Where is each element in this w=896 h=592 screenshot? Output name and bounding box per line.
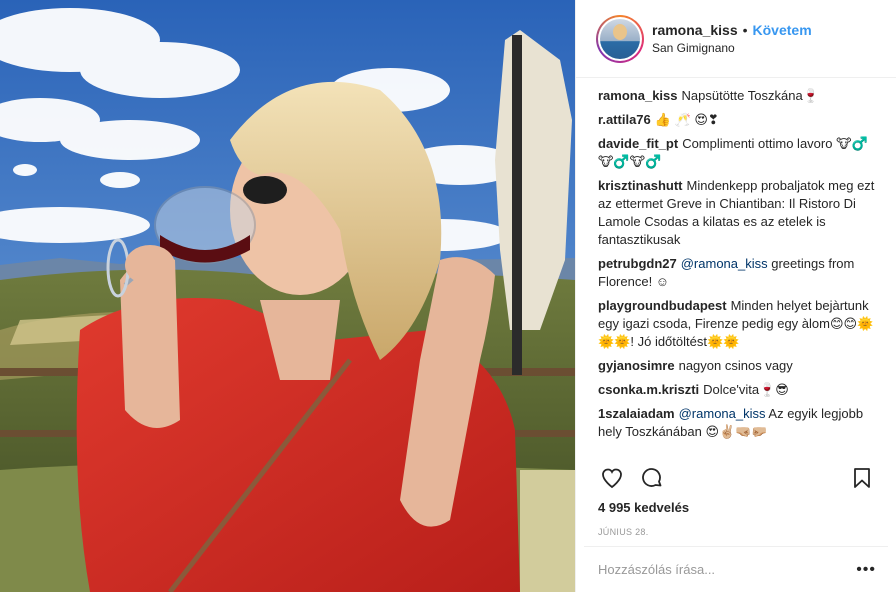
comment-text: nagyon csinos vagy [678,358,793,373]
comment-item: petrubgdn27 @ramona_kiss greetings from F… [598,255,882,291]
location-link[interactable]: San Gimignano [652,41,812,55]
author-username[interactable]: ramona_kiss [652,22,738,38]
post-photo[interactable] [0,0,575,592]
post-sidebar: ramona_kiss • Követem San Gimignano ramo… [575,0,896,592]
comment-username[interactable]: playgroundbudapest [598,298,727,313]
comment-username[interactable]: ramona_kiss [598,88,678,103]
comment-username[interactable]: petrubgdn27 [598,256,677,271]
comment-item: 1szalaiadam @ramona_kiss Az egyik legjobb… [598,405,882,441]
comment-text: Napsütötte Toszkána🍷 [681,88,819,103]
post-photo-image [0,0,575,592]
save-button[interactable] [842,458,882,498]
comment-mention[interactable]: @ramona_kiss [679,406,766,421]
likes-count[interactable]: 4 995 kedvelés [598,500,689,515]
comment-username[interactable]: davide_fit_pt [598,136,678,151]
comment-item: csonka.m.kriszti Dolce'vita🍷😎 [598,381,882,399]
like-button[interactable] [592,458,632,498]
comment-input[interactable] [598,562,857,577]
post-header: ramona_kiss • Követem San Gimignano [576,0,896,78]
comment-item: r.attila76 👍 🥂 😍❣ [598,111,882,129]
comment-bubble-icon [642,468,662,487]
separator-dot: • [742,22,748,38]
instagram-post: ramona_kiss • Követem San Gimignano ramo… [0,0,896,592]
comment-username[interactable]: krisztinashutt [598,178,683,193]
comment-button[interactable] [632,458,672,498]
comments-list: ramona_kiss Napsütötte Toszkána🍷 r.attila7… [598,87,882,457]
comment-username[interactable]: 1szalaiadam [598,406,675,421]
action-bar [592,458,882,498]
comment-item: davide_fit_pt Complimenti ottimo lavoro 🐮… [598,135,882,171]
comment-item: ramona_kiss Napsütötte Toszkána🍷 [598,87,882,105]
more-options-icon[interactable]: ••• [856,561,876,579]
heart-icon [602,468,622,489]
comment-username[interactable]: r.attila76 [598,112,651,127]
comment-text: Dolce'vita🍷😎 [703,382,789,397]
comment-item: playgroundbudapest Minden helyet bejàrtun… [598,297,882,351]
post-date[interactable]: JÚNIUS 28. [598,527,649,537]
comment-mention[interactable]: @ramona_kiss [681,256,768,271]
comment-username[interactable]: gyjanosimre [598,358,675,373]
comment-item: krisztinashutt Mindenkepp probaljatok meg… [598,177,882,249]
comment-text: 👍 🥂 😍❣ [654,112,719,127]
avatar[interactable] [600,18,640,59]
bookmark-icon [854,468,870,488]
avatar-story-ring[interactable] [596,14,644,63]
add-comment-section: ••• [584,546,888,592]
follow-button[interactable]: Követem [753,22,812,38]
comment-username[interactable]: csonka.m.kriszti [598,382,699,397]
comment-item: gyjanosimre nagyon csinos vagy [598,357,882,375]
